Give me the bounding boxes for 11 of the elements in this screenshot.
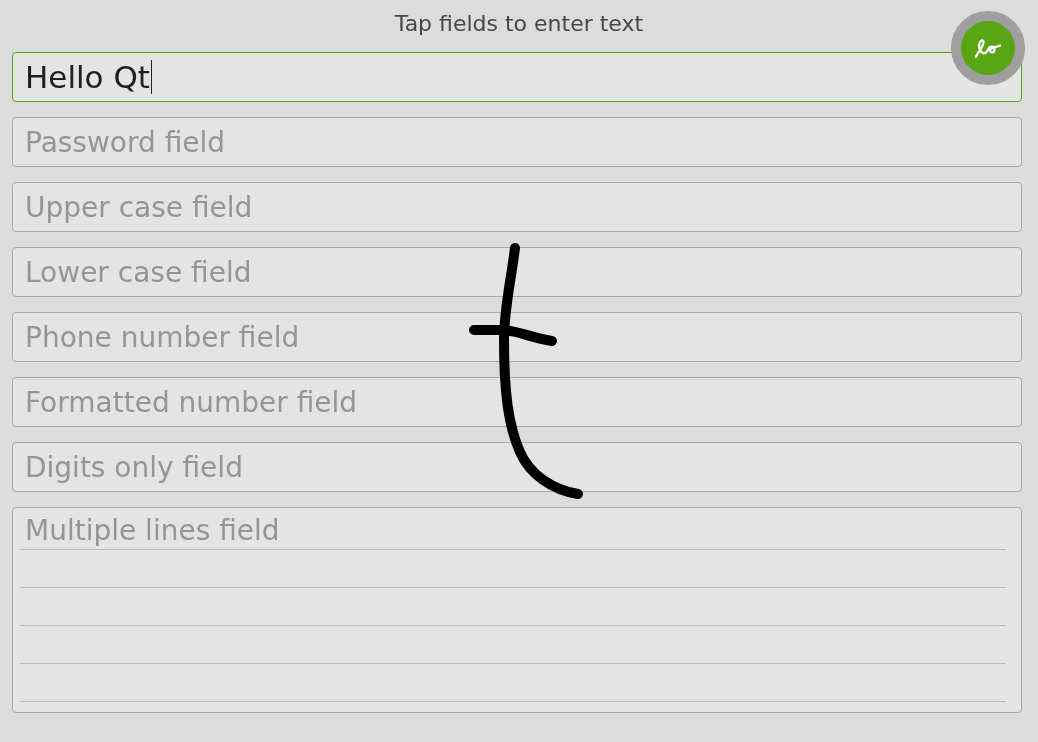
text-field[interactable]: Digits only field <box>12 442 1022 492</box>
text-field[interactable]: Phone number field <box>12 312 1022 362</box>
squiggle-icon <box>974 37 1002 59</box>
text-field[interactable]: Formatted number field <box>12 377 1022 427</box>
text-field[interactable]: Lower case field <box>12 247 1022 297</box>
text-cursor-icon <box>151 60 152 94</box>
text-field[interactable]: Upper case field <box>12 182 1022 232</box>
text-field[interactable]: Password field <box>12 117 1022 167</box>
header-title: Tap fields to enter text <box>394 11 644 37</box>
text-area[interactable]: Multiple lines field <box>12 507 1022 713</box>
text-field[interactable]: Hello Qt <box>12 52 1022 102</box>
